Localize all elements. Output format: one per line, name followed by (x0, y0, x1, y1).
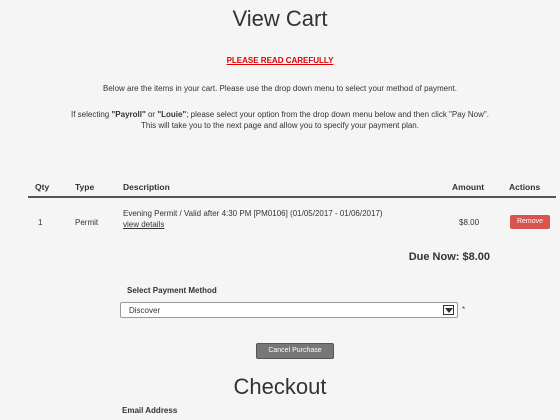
required-marker: * (462, 305, 466, 314)
page-title: View Cart (232, 6, 328, 31)
row-amount: $8.00 (459, 218, 480, 227)
instruction-line-3: This will take you to the next page and … (141, 121, 419, 130)
remove-button[interactable]: Remove (510, 215, 550, 229)
column-header-description: Description (123, 182, 170, 192)
instruction-line-1: Below are the items in your cart. Please… (103, 84, 457, 93)
instruction-line-2: If selecting "Payroll" or "Louie"; pleas… (0, 109, 560, 120)
checkout-title: Checkout (233, 374, 327, 399)
louie-option-text: "Louie" (157, 110, 187, 119)
payment-method-value: Discover (129, 306, 161, 315)
column-header-actions: Actions (509, 182, 541, 192)
column-header-type: Type (75, 182, 95, 192)
cancel-purchase-button[interactable]: Cancel Purchase (256, 343, 334, 359)
instruction-suffix: ; please select your option from the dro… (186, 110, 489, 119)
view-details-link[interactable]: view details (123, 220, 164, 229)
row-description-text: Evening Permit / Valid after 4:30 PM [PM… (123, 209, 383, 218)
payment-method-select[interactable]: Discover (120, 302, 458, 318)
header-divider (28, 196, 556, 198)
email-address-label: Email Address (122, 406, 178, 415)
row-qty: 1 (38, 218, 43, 227)
instruction-or: or (145, 110, 158, 119)
payroll-option-text: "Payroll" (111, 110, 146, 119)
column-header-qty: Qty (35, 182, 50, 192)
column-header-amount: Amount (452, 182, 485, 192)
payment-method-label: Select Payment Method (127, 286, 217, 295)
chevron-down-icon[interactable] (443, 305, 454, 315)
instruction-prefix: If selecting (71, 110, 112, 119)
due-now-total: Due Now: $8.00 (408, 251, 490, 263)
row-type: Permit (75, 218, 99, 227)
row-description: Evening Permit / Valid after 4:30 PM [PM… (123, 208, 413, 230)
notice-text: PLEASE READ CAREFULLY (226, 56, 334, 65)
